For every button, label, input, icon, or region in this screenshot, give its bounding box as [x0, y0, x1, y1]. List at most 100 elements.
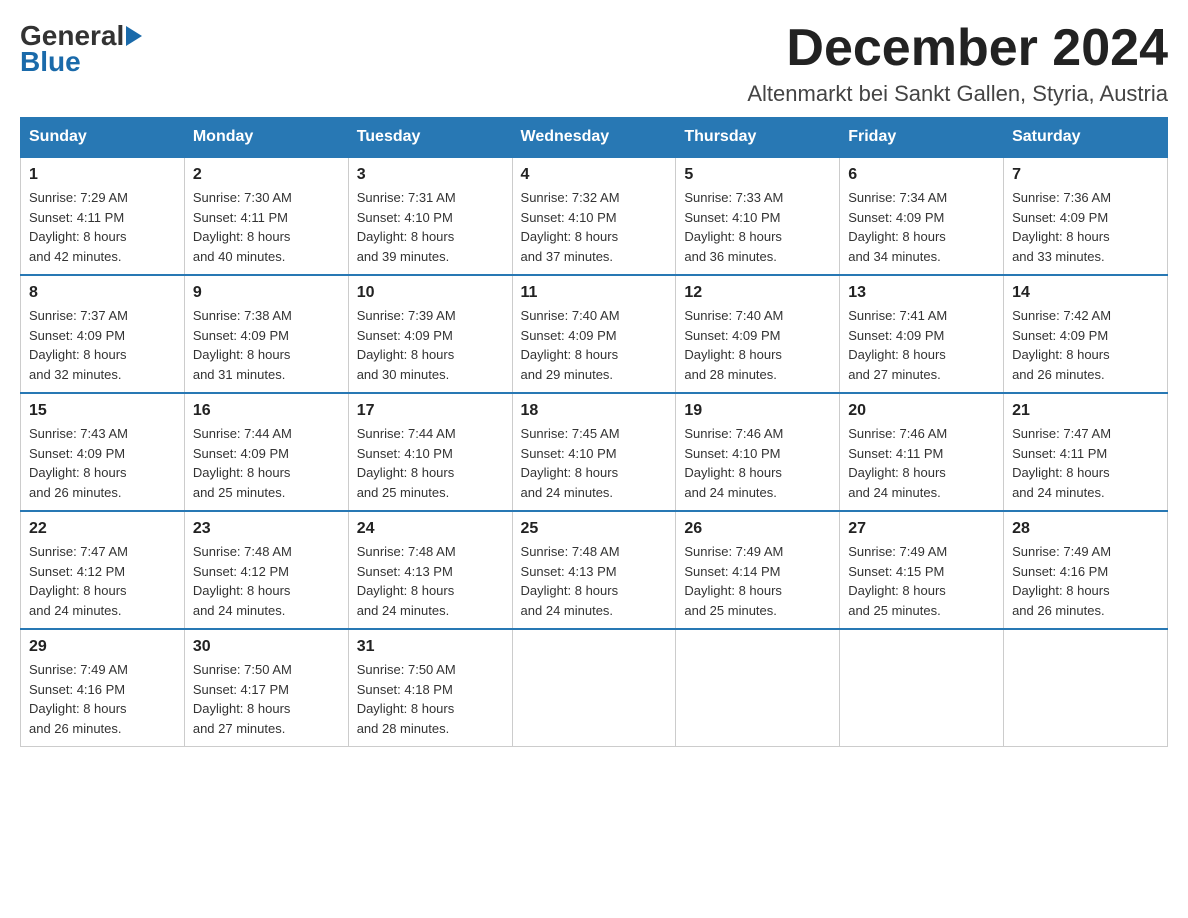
day-info: Sunrise: 7:47 AMSunset: 4:12 PMDaylight:…: [29, 542, 176, 620]
calendar-cell: [1004, 629, 1168, 747]
calendar-cell: [676, 629, 840, 747]
calendar-cell: 9 Sunrise: 7:38 AMSunset: 4:09 PMDaylight…: [184, 275, 348, 393]
day-number: 4: [521, 166, 668, 184]
week-row-2: 8 Sunrise: 7:37 AMSunset: 4:09 PMDaylight…: [21, 275, 1168, 393]
day-info: Sunrise: 7:49 AMSunset: 4:14 PMDaylight:…: [684, 542, 831, 620]
day-number: 14: [1012, 284, 1159, 302]
day-number: 15: [29, 402, 176, 420]
calendar-cell: 20 Sunrise: 7:46 AMSunset: 4:11 PMDayligh…: [840, 393, 1004, 511]
calendar-cell: 30 Sunrise: 7:50 AMSunset: 4:17 PMDayligh…: [184, 629, 348, 747]
week-row-1: 1Sunrise: 7:29 AMSunset: 4:11 PMDaylight…: [21, 157, 1168, 275]
calendar-cell: 22 Sunrise: 7:47 AMSunset: 4:12 PMDayligh…: [21, 511, 185, 629]
calendar-cell: 4Sunrise: 7:32 AMSunset: 4:10 PMDaylight…: [512, 157, 676, 275]
day-info: Sunrise: 7:47 AMSunset: 4:11 PMDaylight:…: [1012, 424, 1159, 502]
page-header: General Blue December 2024 Altenmarkt be…: [20, 20, 1168, 107]
weekday-header-thursday: Thursday: [676, 118, 840, 158]
day-number: 2: [193, 166, 340, 184]
day-number: 6: [848, 166, 995, 184]
day-info: Sunrise: 7:50 AMSunset: 4:17 PMDaylight:…: [193, 660, 340, 738]
weekday-header-saturday: Saturday: [1004, 118, 1168, 158]
day-info: Sunrise: 7:44 AMSunset: 4:10 PMDaylight:…: [357, 424, 504, 502]
day-number: 1: [29, 166, 176, 184]
day-info: Sunrise: 7:49 AMSunset: 4:15 PMDaylight:…: [848, 542, 995, 620]
day-number: 7: [1012, 166, 1159, 184]
calendar-cell: 5 Sunrise: 7:33 AMSunset: 4:10 PMDaylight…: [676, 157, 840, 275]
day-number: 13: [848, 284, 995, 302]
day-info: Sunrise: 7:40 AMSunset: 4:09 PMDaylight:…: [521, 306, 668, 384]
calendar-cell: 28Sunrise: 7:49 AMSunset: 4:16 PMDayligh…: [1004, 511, 1168, 629]
day-number: 22: [29, 520, 176, 538]
calendar-cell: 10Sunrise: 7:39 AMSunset: 4:09 PMDayligh…: [348, 275, 512, 393]
calendar-cell: [512, 629, 676, 747]
day-info: Sunrise: 7:34 AMSunset: 4:09 PMDaylight:…: [848, 188, 995, 266]
calendar-cell: 21 Sunrise: 7:47 AMSunset: 4:11 PMDayligh…: [1004, 393, 1168, 511]
day-info: Sunrise: 7:50 AMSunset: 4:18 PMDaylight:…: [357, 660, 504, 738]
calendar-cell: 19Sunrise: 7:46 AMSunset: 4:10 PMDayligh…: [676, 393, 840, 511]
title-area: December 2024 Altenmarkt bei Sankt Galle…: [747, 20, 1168, 107]
day-info: Sunrise: 7:42 AMSunset: 4:09 PMDaylight:…: [1012, 306, 1159, 384]
calendar-cell: 23Sunrise: 7:48 AMSunset: 4:12 PMDayligh…: [184, 511, 348, 629]
calendar-cell: 1Sunrise: 7:29 AMSunset: 4:11 PMDaylight…: [21, 157, 185, 275]
day-number: 18: [521, 402, 668, 420]
day-info: Sunrise: 7:48 AMSunset: 4:13 PMDaylight:…: [357, 542, 504, 620]
day-number: 9: [193, 284, 340, 302]
calendar-cell: 17 Sunrise: 7:44 AMSunset: 4:10 PMDayligh…: [348, 393, 512, 511]
calendar-cell: 26Sunrise: 7:49 AMSunset: 4:14 PMDayligh…: [676, 511, 840, 629]
week-row-3: 15 Sunrise: 7:43 AMSunset: 4:09 PMDayligh…: [21, 393, 1168, 511]
day-info: Sunrise: 7:48 AMSunset: 4:13 PMDaylight:…: [521, 542, 668, 620]
calendar-cell: 24 Sunrise: 7:48 AMSunset: 4:13 PMDayligh…: [348, 511, 512, 629]
calendar-cell: 7 Sunrise: 7:36 AMSunset: 4:09 PMDaylight…: [1004, 157, 1168, 275]
day-number: 5: [684, 166, 831, 184]
day-info: Sunrise: 7:40 AMSunset: 4:09 PMDaylight:…: [684, 306, 831, 384]
day-number: 3: [357, 166, 504, 184]
day-number: 11: [521, 284, 668, 302]
day-info: Sunrise: 7:33 AMSunset: 4:10 PMDaylight:…: [684, 188, 831, 266]
calendar-cell: [840, 629, 1004, 747]
day-info: Sunrise: 7:30 AMSunset: 4:11 PMDaylight:…: [193, 188, 340, 266]
month-title: December 2024: [747, 20, 1168, 77]
day-info: Sunrise: 7:43 AMSunset: 4:09 PMDaylight:…: [29, 424, 176, 502]
day-info: Sunrise: 7:31 AMSunset: 4:10 PMDaylight:…: [357, 188, 504, 266]
weekday-header-wednesday: Wednesday: [512, 118, 676, 158]
weekday-header-tuesday: Tuesday: [348, 118, 512, 158]
day-number: 31: [357, 638, 504, 656]
day-number: 20: [848, 402, 995, 420]
day-info: Sunrise: 7:46 AMSunset: 4:11 PMDaylight:…: [848, 424, 995, 502]
week-row-4: 22 Sunrise: 7:47 AMSunset: 4:12 PMDayligh…: [21, 511, 1168, 629]
logo: General Blue: [20, 20, 144, 78]
day-number: 8: [29, 284, 176, 302]
calendar-cell: 16 Sunrise: 7:44 AMSunset: 4:09 PMDayligh…: [184, 393, 348, 511]
calendar-cell: 15 Sunrise: 7:43 AMSunset: 4:09 PMDayligh…: [21, 393, 185, 511]
day-info: Sunrise: 7:45 AMSunset: 4:10 PMDaylight:…: [521, 424, 668, 502]
day-number: 10: [357, 284, 504, 302]
weekday-header-row: SundayMondayTuesdayWednesdayThursdayFrid…: [21, 118, 1168, 158]
day-number: 16: [193, 402, 340, 420]
day-info: Sunrise: 7:37 AMSunset: 4:09 PMDaylight:…: [29, 306, 176, 384]
location-title: Altenmarkt bei Sankt Gallen, Styria, Aus…: [747, 81, 1168, 107]
day-info: Sunrise: 7:38 AMSunset: 4:09 PMDaylight:…: [193, 306, 340, 384]
calendar-cell: 6 Sunrise: 7:34 AMSunset: 4:09 PMDaylight…: [840, 157, 1004, 275]
calendar-cell: 31 Sunrise: 7:50 AMSunset: 4:18 PMDayligh…: [348, 629, 512, 747]
calendar-cell: 13 Sunrise: 7:41 AMSunset: 4:09 PMDayligh…: [840, 275, 1004, 393]
day-number: 29: [29, 638, 176, 656]
day-number: 24: [357, 520, 504, 538]
day-info: Sunrise: 7:36 AMSunset: 4:09 PMDaylight:…: [1012, 188, 1159, 266]
day-number: 17: [357, 402, 504, 420]
day-number: 21: [1012, 402, 1159, 420]
day-number: 28: [1012, 520, 1159, 538]
day-info: Sunrise: 7:41 AMSunset: 4:09 PMDaylight:…: [848, 306, 995, 384]
calendar-cell: 25 Sunrise: 7:48 AMSunset: 4:13 PMDayligh…: [512, 511, 676, 629]
week-row-5: 29 Sunrise: 7:49 AMSunset: 4:16 PMDayligh…: [21, 629, 1168, 747]
weekday-header-friday: Friday: [840, 118, 1004, 158]
day-info: Sunrise: 7:46 AMSunset: 4:10 PMDaylight:…: [684, 424, 831, 502]
day-info: Sunrise: 7:49 AMSunset: 4:16 PMDaylight:…: [29, 660, 176, 738]
day-number: 25: [521, 520, 668, 538]
day-number: 27: [848, 520, 995, 538]
calendar-cell: 29 Sunrise: 7:49 AMSunset: 4:16 PMDayligh…: [21, 629, 185, 747]
day-number: 23: [193, 520, 340, 538]
calendar-cell: 12Sunrise: 7:40 AMSunset: 4:09 PMDayligh…: [676, 275, 840, 393]
logo-triangle-icon: [126, 26, 142, 46]
calendar-cell: 18 Sunrise: 7:45 AMSunset: 4:10 PMDayligh…: [512, 393, 676, 511]
day-info: Sunrise: 7:44 AMSunset: 4:09 PMDaylight:…: [193, 424, 340, 502]
day-number: 30: [193, 638, 340, 656]
